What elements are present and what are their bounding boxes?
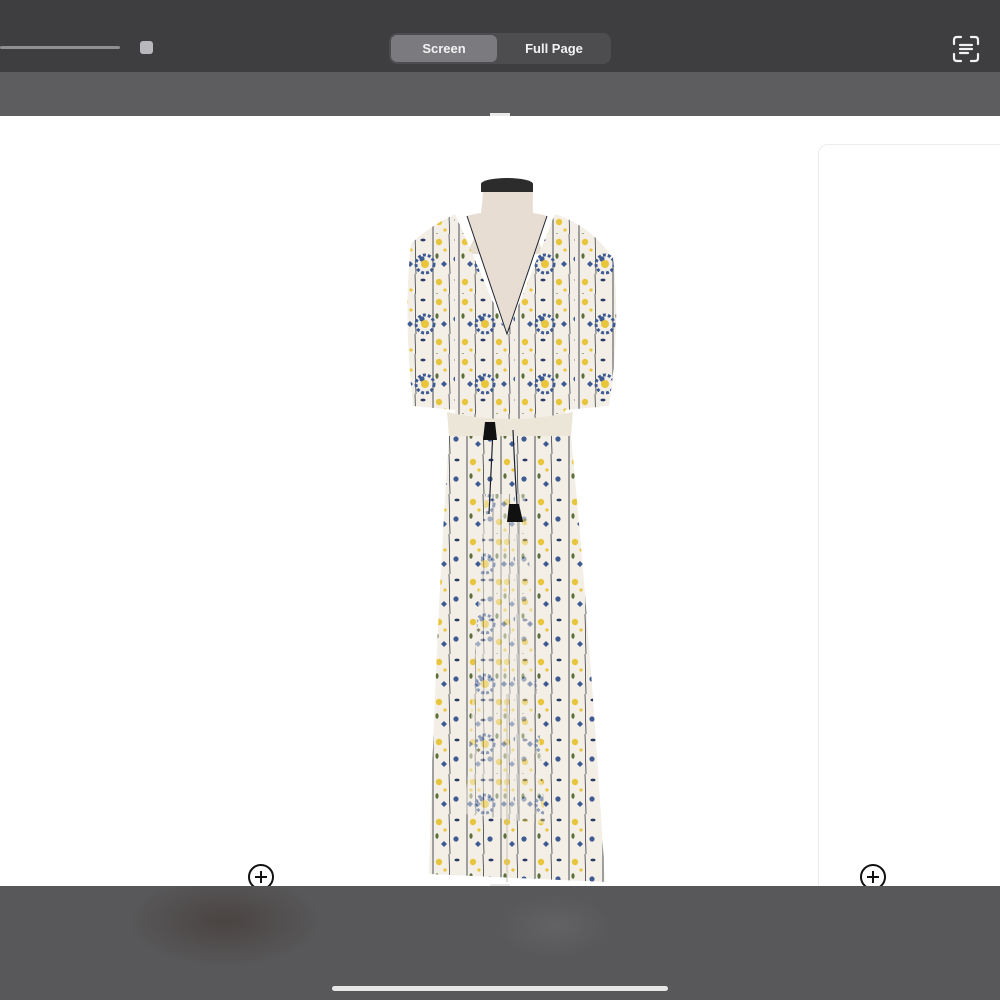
home-indicator[interactable] [332, 986, 668, 991]
blurred-background [130, 886, 320, 966]
markup-slider-thumb[interactable] [140, 41, 153, 54]
text-scan-icon [952, 35, 980, 63]
text-scan-button[interactable] [950, 33, 982, 65]
capture-mode-segmented-control: Screen Full Page [389, 33, 611, 64]
zoom-in-icon [860, 864, 886, 886]
captured-page [0, 116, 1000, 886]
blurred-background [500, 896, 610, 956]
crop-margin-bottom [0, 886, 1000, 1000]
tab-full-page[interactable]: Full Page [499, 35, 609, 62]
tab-screen[interactable]: Screen [391, 35, 497, 62]
markup-slider-track[interactable] [0, 46, 120, 49]
product-photo [407, 178, 617, 882]
toolbar: Screen Full Page [0, 0, 1000, 72]
zoom-in-icon [248, 864, 274, 886]
zoom-button-main[interactable] [247, 863, 275, 886]
zoom-button-secondary[interactable] [859, 863, 887, 886]
screenshot-editor: Screen Full Page [0, 0, 1000, 1000]
secondary-product-card [818, 144, 1000, 886]
crop-margin-top [0, 72, 1000, 116]
